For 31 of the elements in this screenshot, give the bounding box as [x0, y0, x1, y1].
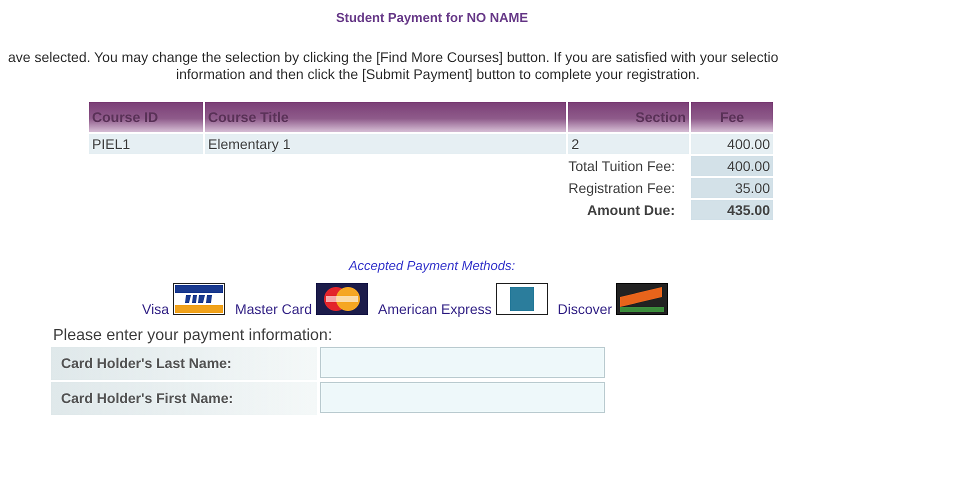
column-header: Course Title [205, 102, 566, 132]
mastercard-icon [316, 283, 368, 315]
card-name: Discover [558, 301, 612, 317]
total-value: 35.00 [691, 178, 773, 198]
table-cell: 2 [568, 134, 689, 154]
table-cell: Elementary 1 [205, 134, 566, 154]
card-name: American Express [378, 301, 492, 317]
total-label: Amount Due: [586, 201, 676, 220]
field-label: Card Holder's First Name: [51, 382, 317, 415]
intro-text: ave selected. You may change the selection by clicking the [Find More Courses] button. If you are satisfied with your selectio [7, 48, 780, 66]
table-cell: 400.00 [691, 134, 773, 154]
amex-card-icon [496, 283, 548, 315]
card-name: Master Card [234, 301, 312, 317]
discover-card-icon [616, 283, 668, 315]
column-header: Course ID [89, 102, 203, 132]
card-name: Visa [142, 301, 169, 317]
total-value: 400.00 [691, 156, 773, 176]
total-label: Registration Fee: [568, 179, 676, 198]
visa-card-icon [172, 283, 225, 315]
total-value: 435.00 [691, 200, 773, 220]
input-field[interactable] [320, 347, 605, 378]
form-heading: Please enter your payment information: [53, 327, 334, 345]
intro-text: information and then click the [Submit Payment] button to complete your registration. [175, 66, 701, 83]
total-label: Total Tuition Fee: [568, 157, 676, 176]
table-cell: PIEL1 [89, 134, 203, 154]
input-field[interactable] [320, 382, 605, 413]
payment-methods-heading: Accepted Payment Methods: [347, 258, 516, 273]
column-header: Fee [691, 102, 773, 132]
page-title: Student Payment for NO NAME [334, 9, 530, 27]
column-header: Section [568, 102, 689, 132]
field-label: Card Holder's Last Name: [51, 347, 317, 380]
